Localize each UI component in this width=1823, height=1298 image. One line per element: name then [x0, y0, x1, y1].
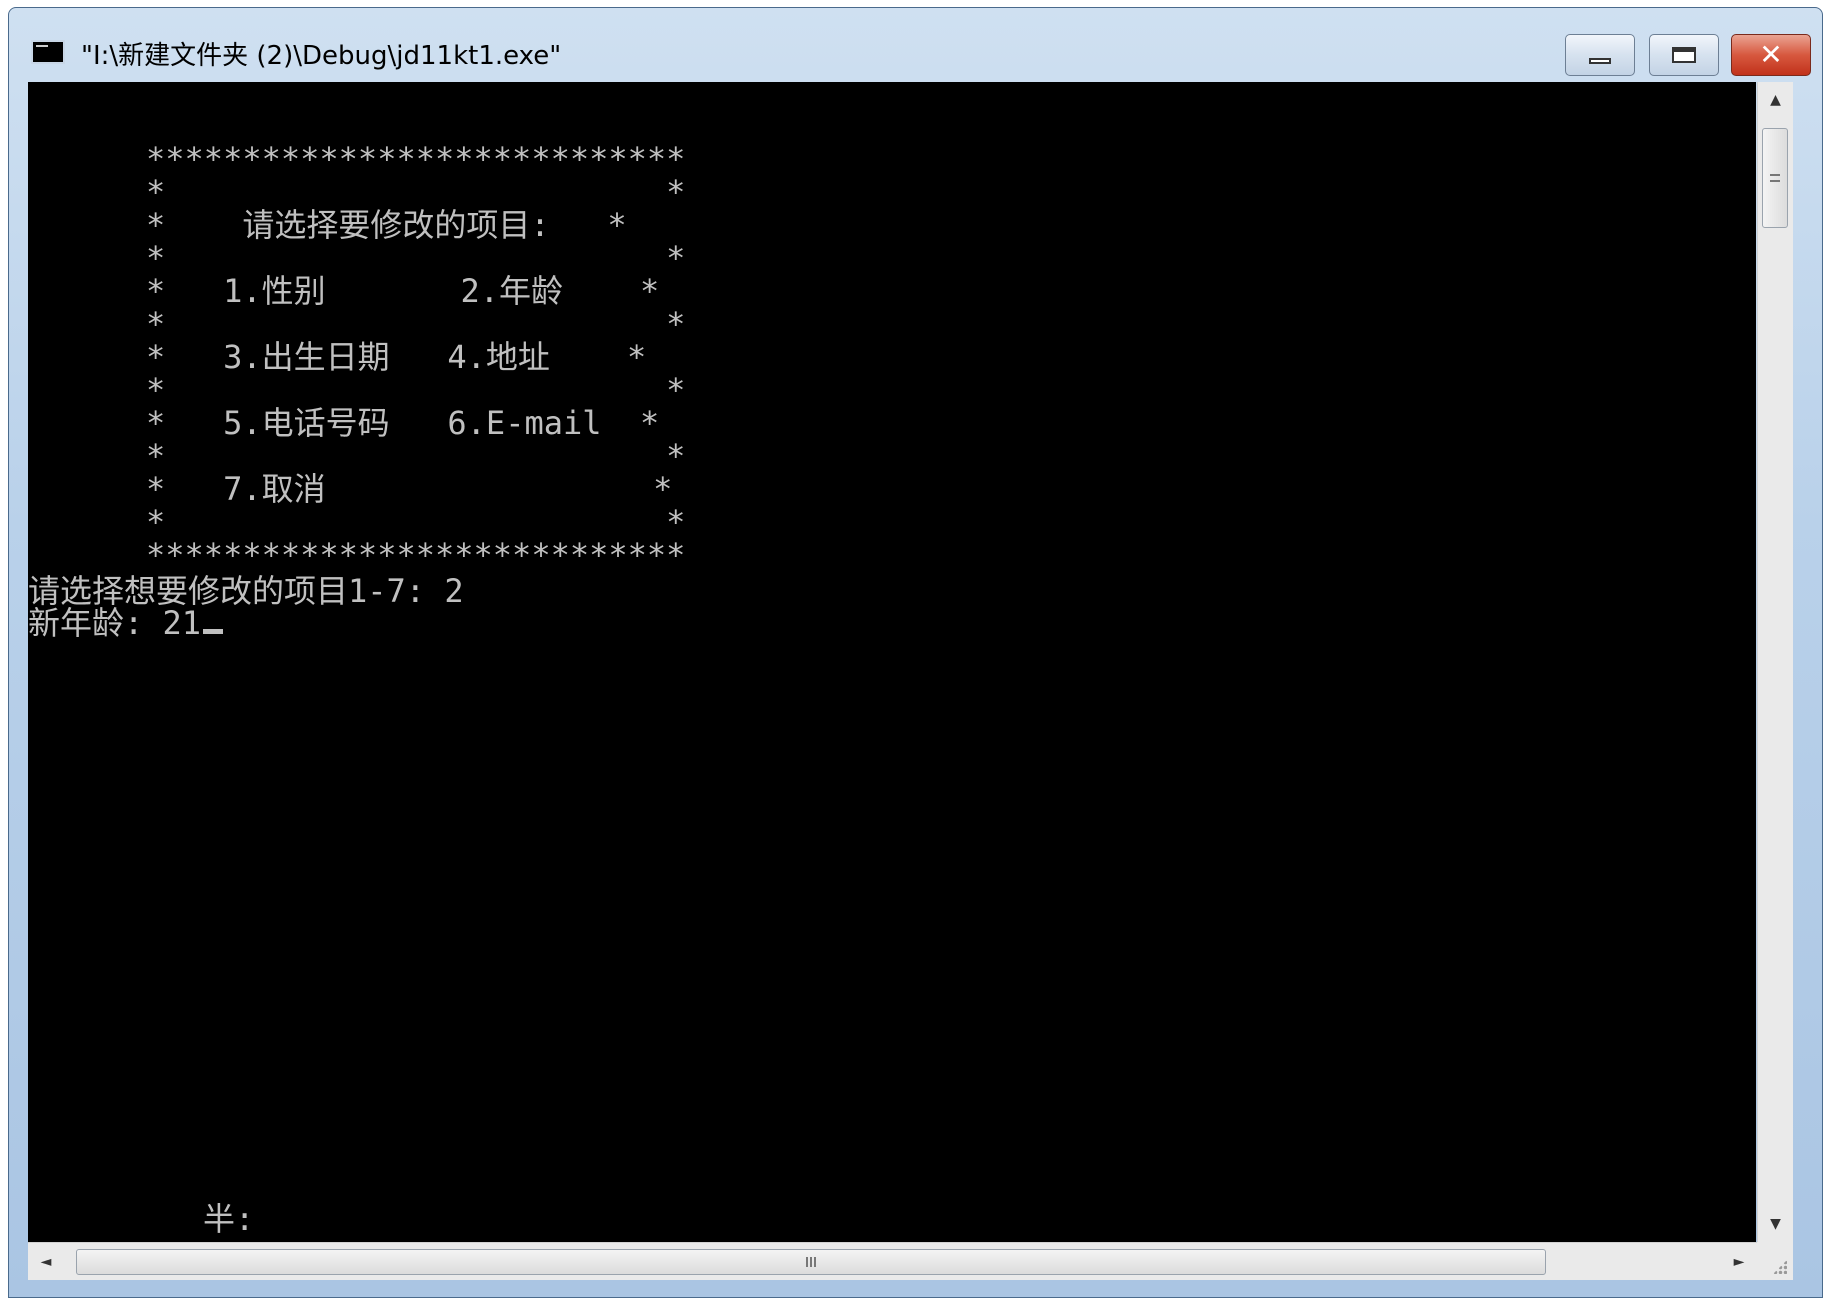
close-button[interactable]: ✕: [1731, 34, 1811, 76]
text-cursor: [203, 629, 224, 634]
resize-grip-icon: [1773, 1260, 1787, 1274]
title-bar[interactable]: "I:\新建文件夹 (2)\Debug\jd11kt1.exe" ✕: [9, 8, 1822, 80]
ime-status: 半:: [203, 1200, 255, 1238]
grip-icon: [806, 1257, 816, 1267]
arrow-down-icon[interactable]: ▼: [1758, 1206, 1793, 1242]
arrow-up-icon[interactable]: ▲: [1758, 82, 1793, 118]
minimize-button[interactable]: [1565, 34, 1635, 76]
window-title: "I:\新建文件夹 (2)\Debug\jd11kt1.exe": [81, 41, 562, 71]
input-text: 新年龄: 21: [28, 604, 202, 642]
menu-box-line: ****************************: [146, 536, 686, 574]
console-app-icon[interactable]: [31, 40, 65, 64]
maximize-icon: [1672, 47, 1696, 63]
minimize-icon: [1589, 58, 1611, 64]
maximize-button[interactable]: [1649, 34, 1719, 76]
resize-corner[interactable]: [1757, 1242, 1793, 1280]
grip-icon: [1770, 174, 1780, 182]
vertical-scrollbar[interactable]: ▲ ▼: [1757, 82, 1793, 1242]
console-output[interactable]: **************************** * * * 请选择要修…: [28, 82, 1756, 1242]
input-line[interactable]: 新年龄: 21: [28, 604, 224, 642]
vertical-scroll-thumb[interactable]: [1762, 128, 1788, 228]
arrow-left-icon[interactable]: ◄: [28, 1243, 64, 1280]
horizontal-scrollbar[interactable]: ◄ ►: [28, 1242, 1757, 1280]
horizontal-scroll-thumb[interactable]: [76, 1249, 1546, 1275]
close-icon: ✕: [1759, 38, 1783, 71]
arrow-right-icon[interactable]: ►: [1721, 1243, 1757, 1280]
